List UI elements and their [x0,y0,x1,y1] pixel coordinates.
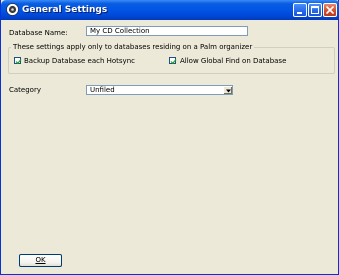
close-button[interactable] [323,3,337,17]
global-find-checkbox-label[interactable]: Allow Global Find on Database [180,56,286,66]
maximize-icon [311,6,319,14]
database-name-label: Database Name: [9,29,68,37]
backup-checkbox[interactable] [14,57,22,65]
window-title: General Settings [22,5,108,15]
minimize-icon [297,12,302,14]
title-bar[interactable]: General Settings [1,0,339,20]
category-dropdown-button[interactable] [223,86,232,94]
settings-window: General Settings Database Name: My CD Co… [0,0,339,275]
global-find-checkbox[interactable] [169,57,177,65]
maximize-button[interactable] [308,3,322,17]
checkmark-icon [170,59,177,65]
checkmark-icon [15,59,22,65]
minimize-button[interactable] [293,3,307,17]
category-value: Unfiled [90,86,115,94]
backup-checkbox-label[interactable]: Backup Database each Hotsync [24,56,135,66]
ok-button-label: OK [35,256,46,264]
ok-button[interactable]: OK [19,254,62,267]
group-legend: These settings apply only to databases r… [11,42,255,52]
category-select[interactable]: Unfiled [86,85,233,95]
database-name-field[interactable]: My CD Collection [86,26,248,36]
category-label: Category [9,86,41,94]
palm-app-icon[interactable] [6,3,19,16]
close-icon [326,6,334,14]
chevron-down-icon [226,89,231,93]
